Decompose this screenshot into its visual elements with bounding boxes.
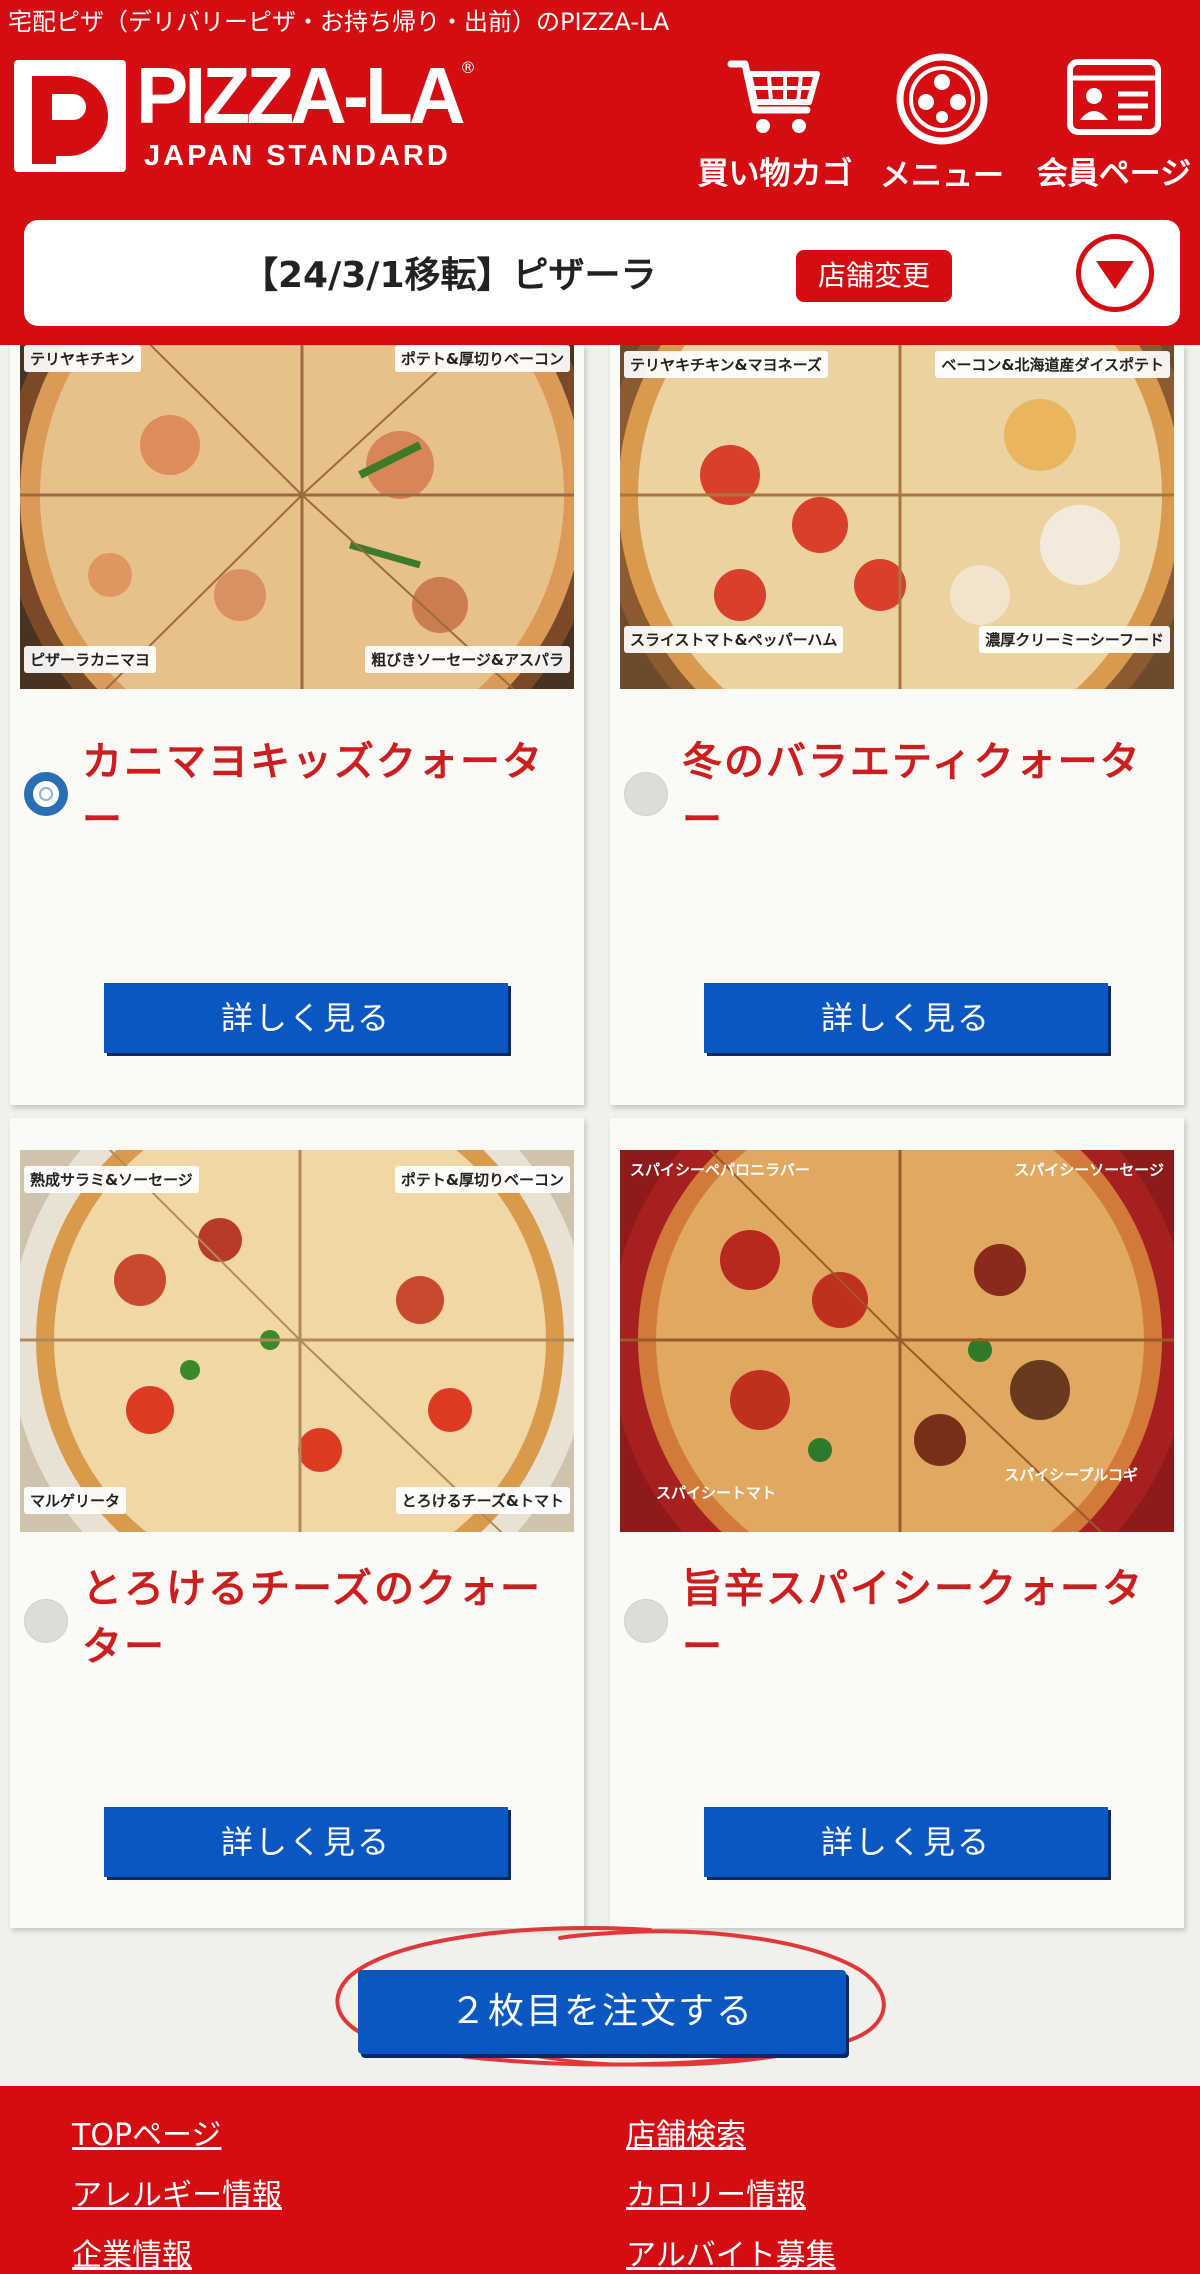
footer-link-top[interactable]: TOPページ [72,2110,221,2154]
footer-link-store-search[interactable]: 店舗検索 [626,2110,746,2154]
store-selector: 【24/3/1移転】ピザーラ 店舗変更 [24,220,1180,326]
pizza-image: テリヤキチキン ポテト&厚切りベーコン ピザーラカニマヨ 粗びきソーセージ&アス… [20,345,574,689]
pizza-image: スパイシーペパロニラバー スパイシーソーセージ スパイシートマト スパイシープル… [620,1150,1174,1532]
topping-label: マルゲリータ [24,1487,127,1514]
footer-link-allergy[interactable]: アレルギー情報 [72,2170,282,2214]
site-footer: TOPページ 店舗検索 アレルギー情報 カロリー情報 企業情報 アルバイト募集 [0,2086,1200,2274]
nav-member-button[interactable]: 会員ページ [1028,56,1200,193]
store-change-button[interactable]: 店舗変更 [796,250,952,302]
product-radio[interactable] [24,1599,68,1643]
topping-label: ベーコン&北海道産ダイスポテト [935,351,1170,378]
member-card-icon [1067,59,1161,135]
nav-cart-button[interactable]: 買い物カゴ [690,56,860,193]
footer-link-recruit[interactable]: アルバイト募集 [626,2230,836,2274]
logo-mark-icon [14,60,126,172]
product-card: テリヤキチキン ポテト&厚切りベーコン ピザーラカニマヨ 粗びきソーセージ&アス… [10,345,584,1105]
topping-label: ポテト&厚切りベーコン [394,1166,570,1193]
product-name: 冬のバラエティクォーター [682,739,1142,843]
product-radio[interactable] [624,772,668,816]
topping-label: スパイシープルコギ [1004,1466,1138,1484]
logo-wordmark: PIZZA-LA [136,51,466,140]
product-name: 旨辛スパイシークォーター [682,1566,1144,1670]
nav-menu-label: メニュー [880,158,1004,194]
details-button[interactable]: 詳しく見る [704,1807,1108,1877]
nav-cart-label: 買い物カゴ [697,156,853,192]
chevron-down-icon [1096,261,1134,289]
pizza-icon [896,53,988,145]
topping-label: スパイシーペパロニラバー [630,1161,810,1179]
nav-member-label: 会員ページ [1036,156,1192,192]
product-card: スパイシーペパロニラバー スパイシーソーセージ スパイシートマト スパイシープル… [610,1118,1184,1928]
store-dropdown-toggle[interactable] [1076,234,1154,312]
pizza-la-logo[interactable]: PIZZA-LA ® JAPAN STANDARD [14,51,476,176]
product-radio[interactable] [624,1599,668,1643]
store-name: 【24/3/1移転】ピザーラ [242,255,657,296]
order-second-pizza-button[interactable]: ２枚目を注文する [358,1970,846,2054]
details-button[interactable]: 詳しく見る [104,1807,508,1877]
nav-menu-button[interactable]: メニュー [872,53,1012,195]
pizza-image: テリヤキチキン&マヨネーズ ベーコン&北海道産ダイスポテト スライストマト&ペッ… [620,345,1174,689]
details-button[interactable]: 詳しく見る [104,983,508,1053]
topping-label: スパイシーソーセージ [1014,1161,1164,1179]
topping-label: テリヤキチキン [24,345,141,372]
topping-label: テリヤキチキン&マヨネーズ [624,351,828,378]
topping-label: とろけるチーズ&トマト [395,1487,570,1514]
details-button[interactable]: 詳しく見る [704,983,1108,1053]
topping-label: 濃厚クリーミーシーフード [979,626,1170,653]
product-radio[interactable] [24,772,68,816]
product-name: とろけるチーズのクォーター [82,1566,542,1670]
topping-label: 粗びきソーセージ&アスパラ [365,646,570,673]
site-tagline: 宅配ピザ（デリバリーピザ・お持ち帰り・出前）のPIZZA-LA [8,8,670,36]
footer-link-company[interactable]: 企業情報 [72,2230,192,2274]
cart-icon [727,60,820,133]
topping-label: ポテト&厚切りベーコン [394,345,570,372]
footer-link-calorie[interactable]: カロリー情報 [626,2170,806,2214]
topping-label: スライストマト&ペッパーハム [624,626,844,653]
product-name: カニマヨキッズクォーター [82,739,544,843]
pizza-image: 熟成サラミ&ソーセージ ポテト&厚切りベーコン マルゲリータ とろけるチーズ&ト… [20,1150,574,1532]
topping-label: 熟成サラミ&ソーセージ [24,1166,199,1193]
site-header: 宅配ピザ（デリバリーピザ・お持ち帰り・出前）のPIZZA-LA PIZZA-LA… [0,0,1200,345]
logo-subtitle: JAPAN STANDARD [144,140,451,172]
product-card: 熟成サラミ&ソーセージ ポテト&厚切りベーコン マルゲリータ とろけるチーズ&ト… [10,1118,584,1928]
topping-label: スパイシートマト [656,1484,777,1502]
product-card: テリヤキチキン&マヨネーズ ベーコン&北海道産ダイスポテト スライストマト&ペッ… [610,345,1184,1105]
registered-mark: ® [460,58,476,77]
topping-label: ピザーラカニマヨ [24,646,157,673]
